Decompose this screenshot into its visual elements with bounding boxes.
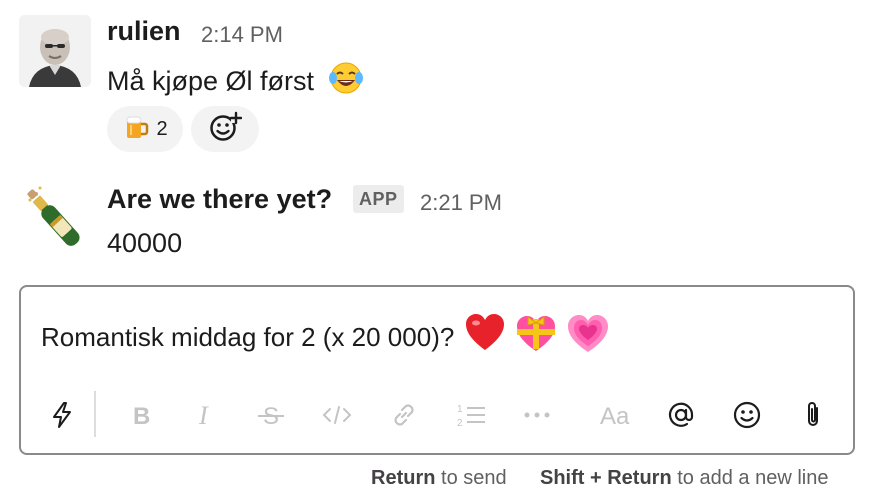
send-hint: Return to send	[371, 467, 507, 490]
send-text: to send	[441, 467, 507, 489]
emoji-button[interactable]	[725, 393, 769, 437]
app-name[interactable]: Are we there yet?	[107, 184, 332, 215]
code-icon	[321, 403, 353, 427]
italic-icon: I	[193, 402, 217, 428]
toolbar-divider	[94, 391, 96, 437]
attach-button[interactable]	[791, 393, 835, 437]
message-text-content: Må kjøpe Øl først	[107, 66, 315, 96]
bold-button[interactable]: B	[119, 393, 163, 437]
lightning-icon	[49, 401, 75, 429]
growing-heart-emoji-icon	[566, 313, 610, 362]
italic-button[interactable]: I	[183, 393, 227, 437]
paperclip-icon	[802, 400, 824, 430]
svg-text:1: 1	[457, 404, 463, 415]
reaction-count: 2	[156, 117, 168, 140]
more-formatting-button[interactable]	[515, 393, 559, 437]
champagne-avatar-icon[interactable]	[18, 184, 92, 258]
link-button[interactable]	[382, 393, 426, 437]
at-sign-icon	[667, 401, 695, 429]
emoji-icon	[732, 400, 762, 430]
link-icon	[389, 400, 419, 430]
svg-text:Aa: Aa	[600, 403, 630, 428]
message-text: 40000	[107, 228, 183, 258]
message-text: Må kjøpe Øl først	[107, 60, 364, 103]
composer-input-text: Romantisk middag for 2 (x 20 000)?	[41, 322, 455, 352]
avatar[interactable]	[19, 15, 91, 87]
text-format-icon: Aa	[599, 402, 635, 428]
svg-text:I: I	[198, 402, 209, 428]
svg-text:B: B	[133, 403, 150, 428]
formatting-toolbar: B I S 12 Aa	[21, 387, 853, 443]
numbered-list-button[interactable]: 12	[449, 393, 493, 437]
more-icon	[522, 411, 552, 419]
timestamp[interactable]: 2:14 PM	[201, 22, 283, 48]
code-button[interactable]	[315, 393, 359, 437]
mention-button[interactable]	[659, 393, 703, 437]
newline-key: Shift + Return	[540, 467, 672, 489]
add-reaction-button[interactable]	[191, 106, 259, 152]
reaction-beer[interactable]: 2	[107, 106, 183, 152]
strikethrough-icon: S	[256, 401, 286, 429]
svg-text:2: 2	[457, 418, 463, 429]
author-name[interactable]: rulien	[107, 16, 181, 47]
bold-icon: B	[129, 402, 153, 428]
app-badge: APP	[353, 185, 404, 213]
formatting-toggle-button[interactable]: Aa	[595, 393, 639, 437]
beer-mug-icon	[122, 113, 150, 146]
shortcuts-button[interactable]	[40, 393, 84, 437]
composer-input[interactable]: Romantisk middag for 2 (x 20 000)?	[41, 313, 610, 362]
red-heart-emoji-icon	[464, 313, 506, 362]
send-key: Return	[371, 467, 436, 489]
joy-emoji-icon	[328, 60, 364, 103]
strikethrough-button[interactable]: S	[249, 393, 293, 437]
heart-with-ribbon-emoji-icon	[514, 313, 558, 362]
composer-emojis	[464, 313, 610, 362]
timestamp[interactable]: 2:21 PM	[420, 190, 502, 216]
newline-hint: Shift + Return to add a new line	[540, 467, 828, 490]
add-reaction-icon	[208, 111, 243, 148]
message-composer[interactable]: Romantisk middag for 2 (x 20 000)? B I S…	[19, 285, 855, 455]
newline-text: to add a new line	[677, 467, 829, 489]
numbered-list-icon: 12	[455, 401, 487, 429]
